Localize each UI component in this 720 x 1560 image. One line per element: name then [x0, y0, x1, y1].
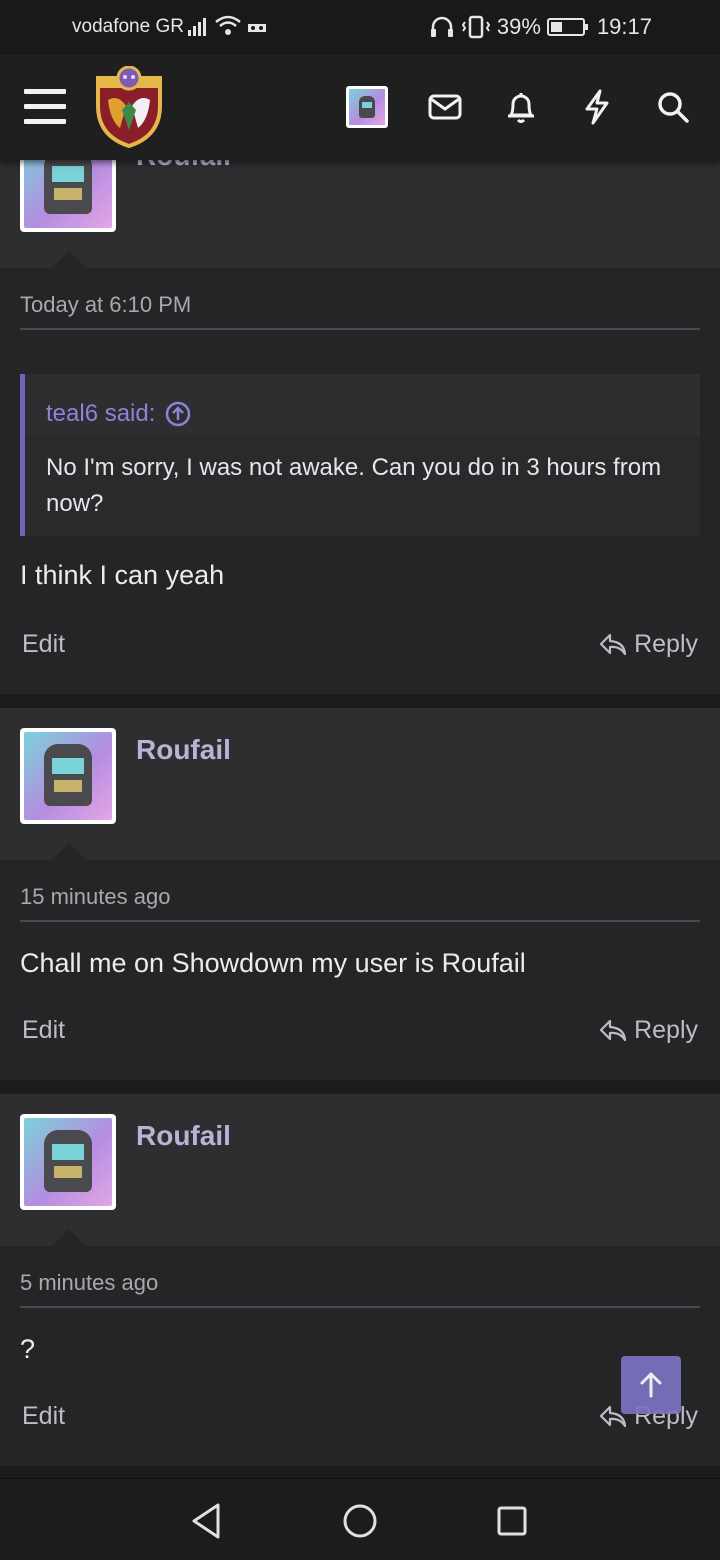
divider: [20, 328, 700, 330]
post-timestamp[interactable]: 15 minutes ago: [20, 884, 170, 910]
post-separator: [0, 1080, 720, 1094]
battery-icon: [546, 18, 588, 36]
status-bar: vodafone GR 39% 19:17: [0, 0, 720, 54]
edit-button[interactable]: Edit: [22, 1016, 65, 1045]
post-separator: [0, 694, 720, 708]
back-icon[interactable]: [184, 1499, 228, 1543]
app-header: [0, 54, 720, 160]
post: Roufail 5 minutes ago ? Edit Reply: [0, 1094, 720, 1466]
divider: [20, 920, 700, 922]
quote-text: No I'm sorry, I was not awake. Can you d…: [25, 436, 700, 536]
reply-label: Reply: [634, 630, 698, 658]
carrier-name: vodafone GR: [72, 16, 184, 37]
quote-author[interactable]: teal6 said:: [46, 400, 155, 428]
post-header: Roufail: [0, 1094, 720, 1246]
reply-icon: [599, 633, 627, 655]
post-timestamp[interactable]: Today at 6:10 PM: [20, 292, 191, 318]
post-separator: [0, 1466, 720, 1478]
post-body: Today at 6:10 PM teal6 said: No I'm sorr…: [0, 268, 720, 694]
system-nav-bar: [0, 1478, 720, 1560]
divider: [20, 1306, 700, 1308]
post-header: Roufail: [0, 708, 720, 860]
edit-button[interactable]: Edit: [22, 630, 65, 659]
reply-icon: [599, 1019, 627, 1041]
status-right: 39% 19:17: [429, 14, 652, 40]
reply-button[interactable]: Reply: [598, 1016, 698, 1045]
post-body: 15 minutes ago Chall me on Showdown my u…: [0, 860, 720, 1080]
user-avatar-thumb[interactable]: [346, 86, 388, 128]
reply-button[interactable]: Reply: [598, 630, 698, 659]
speech-arrow: [52, 1229, 86, 1246]
thread-content: Roufail Today at 6:10 PM teal6 said: No …: [0, 160, 720, 1478]
battery-percent: 39%: [496, 14, 541, 39]
bolt-icon[interactable]: [576, 86, 618, 128]
arrow-up-icon: [640, 1372, 662, 1398]
quote-block: teal6 said: No I'm sorry, I was not awak…: [20, 374, 700, 536]
signal-wifi-icon: [188, 15, 266, 36]
forum-logo[interactable]: [92, 66, 166, 148]
username[interactable]: Roufail: [136, 734, 231, 766]
vibrate-icon: [461, 15, 491, 39]
post-header: Roufail: [0, 160, 720, 268]
headphones-icon: [430, 16, 453, 37]
mail-icon[interactable]: [424, 86, 466, 128]
scroll-to-top-button[interactable]: [621, 1356, 681, 1414]
recents-icon[interactable]: [490, 1499, 534, 1543]
arrow-up-circle-icon[interactable]: [165, 401, 191, 427]
post-body: 5 minutes ago ? Edit Reply: [0, 1246, 720, 1466]
reply-label: Reply: [634, 1016, 698, 1044]
quote-header[interactable]: teal6 said:: [25, 374, 700, 436]
search-icon[interactable]: [652, 86, 694, 128]
home-icon[interactable]: [338, 1499, 382, 1543]
post-timestamp[interactable]: 5 minutes ago: [20, 1270, 158, 1296]
username[interactable]: Roufail: [136, 1120, 231, 1152]
username[interactable]: Roufail: [136, 160, 231, 172]
post: Roufail 15 minutes ago Chall me on Showd…: [0, 708, 720, 1080]
post-message: ?: [20, 1334, 36, 1364]
speech-arrow: [52, 843, 86, 860]
speech-arrow: [52, 251, 86, 268]
avatar[interactable]: [20, 728, 116, 824]
post-message: Chall me on Showdown my user is Roufail: [20, 948, 526, 978]
hamburger-icon[interactable]: [24, 89, 66, 125]
avatar[interactable]: [20, 160, 116, 232]
clock: 19:17: [596, 14, 652, 39]
post-message: I think I can yeah: [20, 560, 225, 590]
post: Roufail Today at 6:10 PM teal6 said: No …: [0, 160, 720, 694]
edit-button[interactable]: Edit: [22, 1402, 65, 1431]
avatar[interactable]: [20, 1114, 116, 1210]
screen: vodafone GR 39% 19:17 Today at 6:10 PM t…: [0, 0, 720, 1560]
bell-icon[interactable]: [500, 86, 542, 128]
